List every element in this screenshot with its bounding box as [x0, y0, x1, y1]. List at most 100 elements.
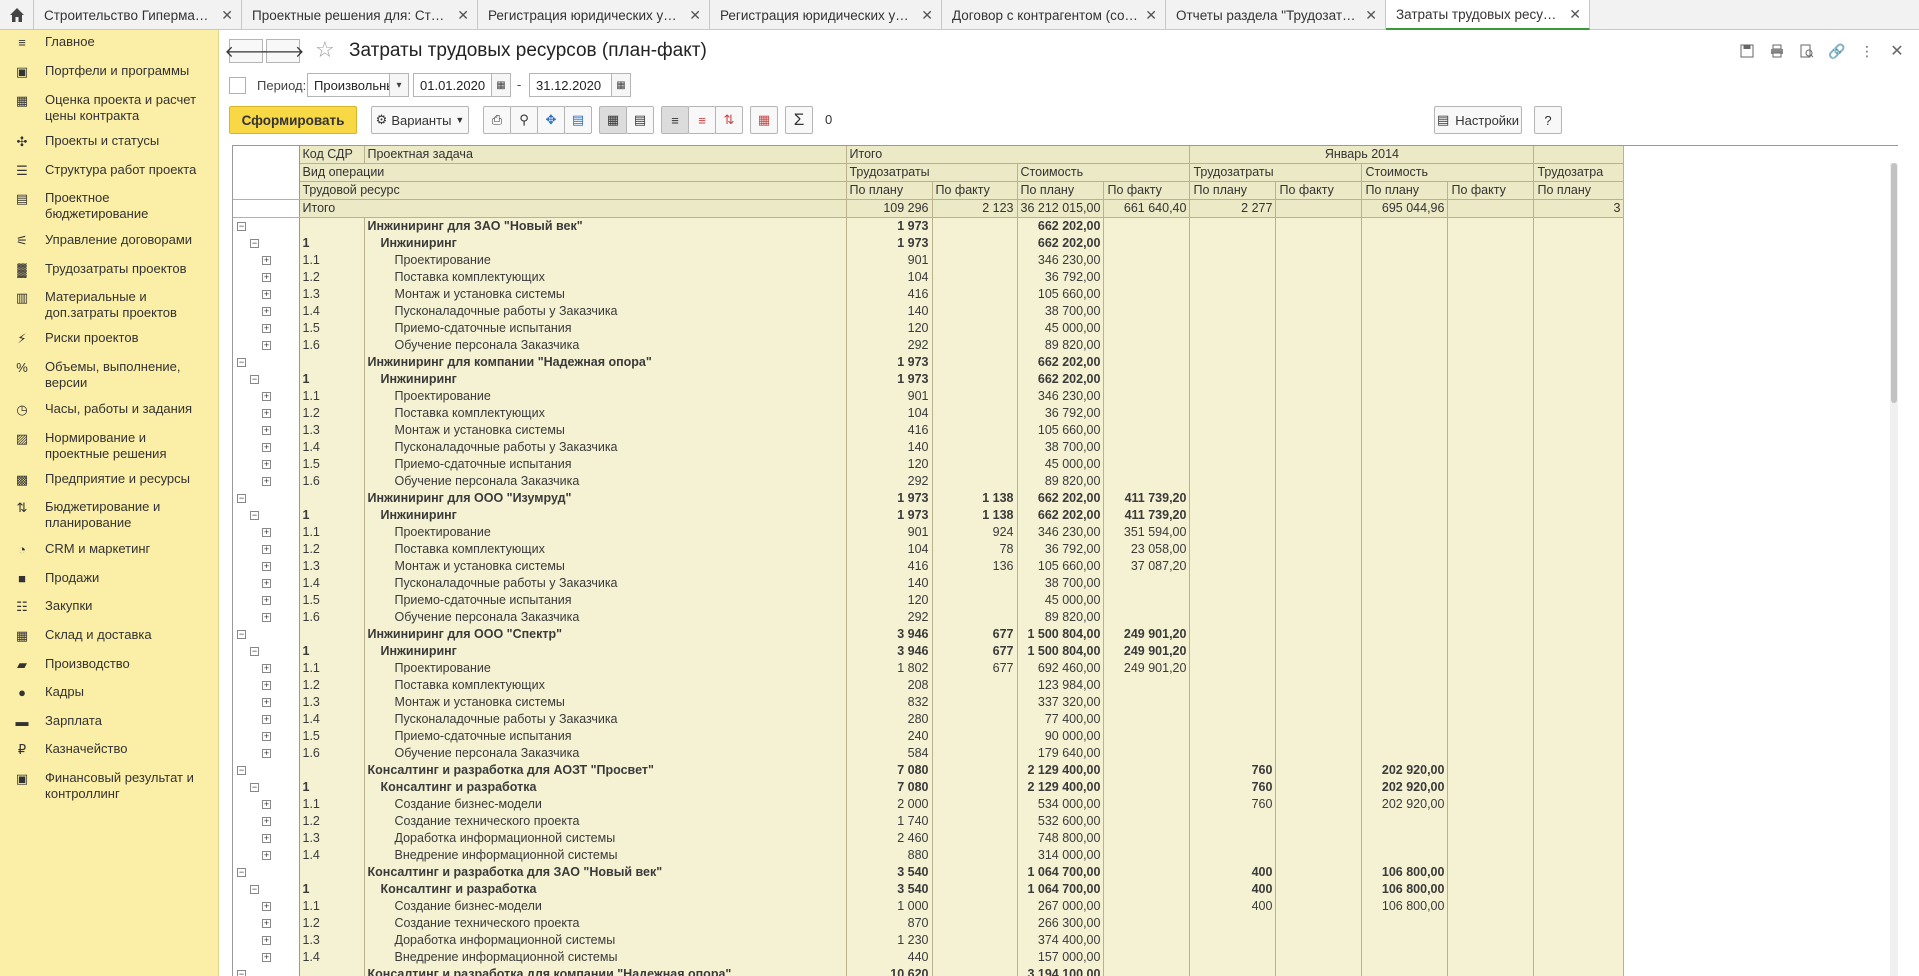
- sidebar-item-5[interactable]: ☰ Структура работ проекта: [0, 162, 219, 180]
- group-cols-button[interactable]: ≡: [688, 106, 716, 134]
- sidebar-item-18[interactable]: ☷ Закупки: [0, 598, 219, 616]
- sidebar-item-4[interactable]: ✣ Проекты и статусы: [0, 133, 219, 151]
- period-from-calendar-button[interactable]: ▦: [491, 73, 511, 97]
- table-row[interactable]: +1.1 Создание бизнес-модели 2 000 534 000,0…: [233, 796, 1625, 813]
- sidebar-item-9[interactable]: ▥ Материальные и доп.затраты проектов: [0, 289, 219, 321]
- table-row[interactable]: − 1 Консалтинг и разработка 7 080 2 129 400,…: [233, 779, 1625, 796]
- table-row[interactable]: +1.3 Монтаж и установка системы 416 105 660…: [233, 422, 1625, 439]
- collapse-toggle-icon[interactable]: −: [237, 358, 246, 367]
- expand-toggle-icon[interactable]: +: [262, 290, 271, 299]
- table-row[interactable]: +1.3 Доработка информационной системы 1 23…: [233, 932, 1625, 949]
- home-button[interactable]: [0, 0, 34, 30]
- collapse-toggle-icon[interactable]: −: [250, 511, 259, 520]
- sidebar-item-2[interactable]: ▣ Портфели и программы: [0, 63, 219, 81]
- table-row[interactable]: +1.6 Обучение персонала Заказчика 292 89 82…: [233, 473, 1625, 490]
- table-row[interactable]: +1.2 Поставка комплектующих 104 36 792,00: [233, 405, 1625, 422]
- sidebar-item-19[interactable]: ▦ Склад и доставка: [0, 627, 219, 645]
- sidebar-item-12[interactable]: ◷ Часы, работы и задания: [0, 401, 219, 419]
- back-button[interactable]: 🡐: [225, 39, 267, 63]
- table-row[interactable]: − Консалтинг и разработка для ЗАО "Новый …: [233, 864, 1625, 881]
- collapse-toggle-icon[interactable]: −: [237, 868, 246, 877]
- tab-6[interactable]: Отчеты раздела "Трудозатраты проектов" ✕: [1166, 0, 1386, 30]
- table-row[interactable]: − 1 Инжиниринг 1 973 662 202,00: [233, 235, 1625, 252]
- forward-button[interactable]: 🡒: [262, 39, 304, 63]
- sidebar-item-1[interactable]: ≡ Главное: [0, 34, 219, 52]
- table-row[interactable]: +1.4 Пусконаладочные работы у Заказчика 14…: [233, 439, 1625, 456]
- collapse-toggle-icon[interactable]: −: [250, 375, 259, 384]
- expand-toggle-icon[interactable]: +: [262, 613, 271, 622]
- expand-toggle-icon[interactable]: +: [262, 273, 271, 282]
- sidebar-item-24[interactable]: ▣ Финансовый результат и контроллинг: [0, 770, 219, 802]
- expand-toggle-icon[interactable]: +: [262, 545, 271, 554]
- collapse-toggle-icon[interactable]: −: [237, 222, 246, 231]
- sidebar-item-8[interactable]: ▓ Трудозатраты проектов: [0, 261, 219, 279]
- sort-button[interactable]: ⇅: [715, 106, 743, 134]
- save-file-icon[interactable]: [1737, 41, 1757, 61]
- help-button[interactable]: ?: [1534, 106, 1562, 134]
- expand-toggle-icon[interactable]: +: [262, 256, 271, 265]
- group-rows-button[interactable]: ≡: [661, 106, 689, 134]
- collapse-toggle-icon[interactable]: −: [237, 630, 246, 639]
- table-row[interactable]: +1.2 Поставка комплектующих 104 36 792,00: [233, 269, 1625, 286]
- tab-1[interactable]: Строительство Гипермаркета (Проект) ✕: [34, 0, 242, 30]
- sidebar-item-14[interactable]: ▩ Предприятие и ресурсы: [0, 471, 219, 489]
- table-row[interactable]: +1.1 Проектирование 901 924 346 230,00 351 59…: [233, 524, 1625, 541]
- print-button[interactable]: ⎙: [483, 106, 511, 134]
- collapse-toggle-icon[interactable]: −: [250, 885, 259, 894]
- table-row[interactable]: +1.1 Проектирование 1 802 677 692 460,00 249 …: [233, 660, 1625, 677]
- expand-toggle-icon[interactable]: +: [262, 392, 271, 401]
- expand-toggle-icon[interactable]: +: [262, 579, 271, 588]
- table-row[interactable]: +1.2 Поставка комплектующих 104 78 36 792,00…: [233, 541, 1625, 558]
- tab-4[interactable]: Регистрация юридических условий договора…: [710, 0, 942, 30]
- expand-toggle-icon[interactable]: +: [262, 715, 271, 724]
- expand-toggle-icon[interactable]: +: [262, 307, 271, 316]
- period-mode-select[interactable]: Произвольный: [307, 73, 403, 97]
- sidebar-item-13[interactable]: ▨ Нормирование и проектные решения: [0, 430, 219, 462]
- table-row[interactable]: +1.4 Пусконаладочные работы у Заказчика 28…: [233, 711, 1625, 728]
- sidebar-item-7[interactable]: ⚟ Управление договорами: [0, 232, 219, 250]
- sum-button[interactable]: Σ: [785, 106, 813, 134]
- table-row[interactable]: − Инжиниринг для ЗАО "Новый век" 1 973 662 …: [233, 217, 1625, 235]
- tab-close-icon[interactable]: ✕: [221, 7, 233, 24]
- tab-close-icon[interactable]: ✕: [1365, 7, 1377, 24]
- expand-toggle-icon[interactable]: +: [262, 460, 271, 469]
- export-button[interactable]: ▦: [750, 106, 778, 134]
- expand-toggle-icon[interactable]: +: [262, 800, 271, 809]
- collapse-toggle-icon[interactable]: −: [237, 970, 246, 976]
- table-row[interactable]: +1.4 Внедрение информационной системы 880 3…: [233, 847, 1625, 864]
- sidebar-item-17[interactable]: ■ Продажи: [0, 570, 219, 588]
- tab-3[interactable]: Регистрация юридических условий договора…: [478, 0, 710, 30]
- more-icon[interactable]: ⋮: [1857, 41, 1877, 61]
- table-row[interactable]: +1.4 Внедрение информационной системы 440 1…: [233, 949, 1625, 966]
- tab-2[interactable]: Проектные решения для: Строительство Гип…: [242, 0, 478, 30]
- table-row[interactable]: − 1 Инжиниринг 1 973 662 202,00: [233, 371, 1625, 388]
- tab-close-icon[interactable]: ✕: [1145, 7, 1157, 24]
- report-spreadsheet[interactable]: Код СДР Проектная задача Итого Январь 20…: [232, 145, 1898, 976]
- collapse-toggle-icon[interactable]: −: [237, 766, 246, 775]
- grid-view-button[interactable]: ▦: [599, 106, 627, 134]
- favorite-star-icon[interactable]: ☆: [315, 38, 335, 62]
- print-icon[interactable]: [1767, 41, 1787, 61]
- table-row[interactable]: +1.3 Монтаж и установка системы 416 136 105 …: [233, 558, 1625, 575]
- expand-toggle-icon[interactable]: +: [262, 732, 271, 741]
- table-row[interactable]: +1.3 Монтаж и установка системы 416 105 660…: [233, 286, 1625, 303]
- expand-toggle-icon[interactable]: +: [262, 919, 271, 928]
- table-row[interactable]: +1.3 Доработка информационной системы 2 46…: [233, 830, 1625, 847]
- sidebar-item-10[interactable]: ⚡ Риски проектов: [0, 330, 219, 348]
- expand-toggle-icon[interactable]: +: [262, 562, 271, 571]
- expand-toggle-icon[interactable]: +: [262, 834, 271, 843]
- table-row[interactable]: +1.2 Создание технического проекта 1 740 53…: [233, 813, 1625, 830]
- tab-close-icon[interactable]: ✕: [1569, 6, 1581, 23]
- tab-close-icon[interactable]: ✕: [457, 7, 469, 24]
- expand-toggle-icon[interactable]: +: [262, 341, 271, 350]
- expand-toggle-icon[interactable]: +: [262, 426, 271, 435]
- expand-toggle-icon[interactable]: +: [262, 443, 271, 452]
- collapse-toggle-icon[interactable]: −: [250, 647, 259, 656]
- expand-button[interactable]: ✥: [537, 106, 565, 134]
- expand-toggle-icon[interactable]: +: [262, 477, 271, 486]
- table-row[interactable]: +1.5 Приемо-сдаточные испытания 120 45 000,…: [233, 592, 1625, 609]
- table-row[interactable]: − Инжиниринг для ООО "Изумруд" 1 973 1 138 6…: [233, 490, 1625, 507]
- table-row[interactable]: +1.1 Проектирование 901 346 230,00: [233, 252, 1625, 269]
- close-icon[interactable]: ✕: [1887, 41, 1907, 61]
- preview-icon[interactable]: [1797, 41, 1817, 61]
